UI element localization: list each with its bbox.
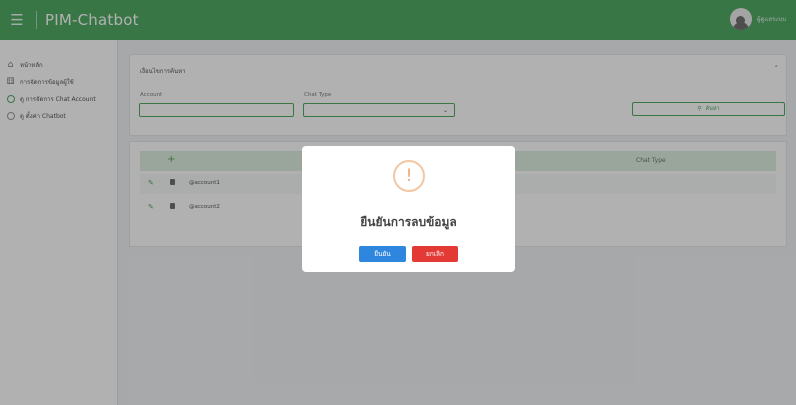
cancel-button[interactable]: ยกเลิก <box>412 246 458 262</box>
warning-icon: ! <box>393 160 425 192</box>
confirm-delete-dialog: ! ยืนยันการลบข้อมูล ยืนยัน ยกเลิก <box>302 146 515 272</box>
confirm-button[interactable]: ยืนยัน <box>359 246 406 262</box>
dialog-title: ยืนยันการลบข้อมูล <box>360 215 457 229</box>
